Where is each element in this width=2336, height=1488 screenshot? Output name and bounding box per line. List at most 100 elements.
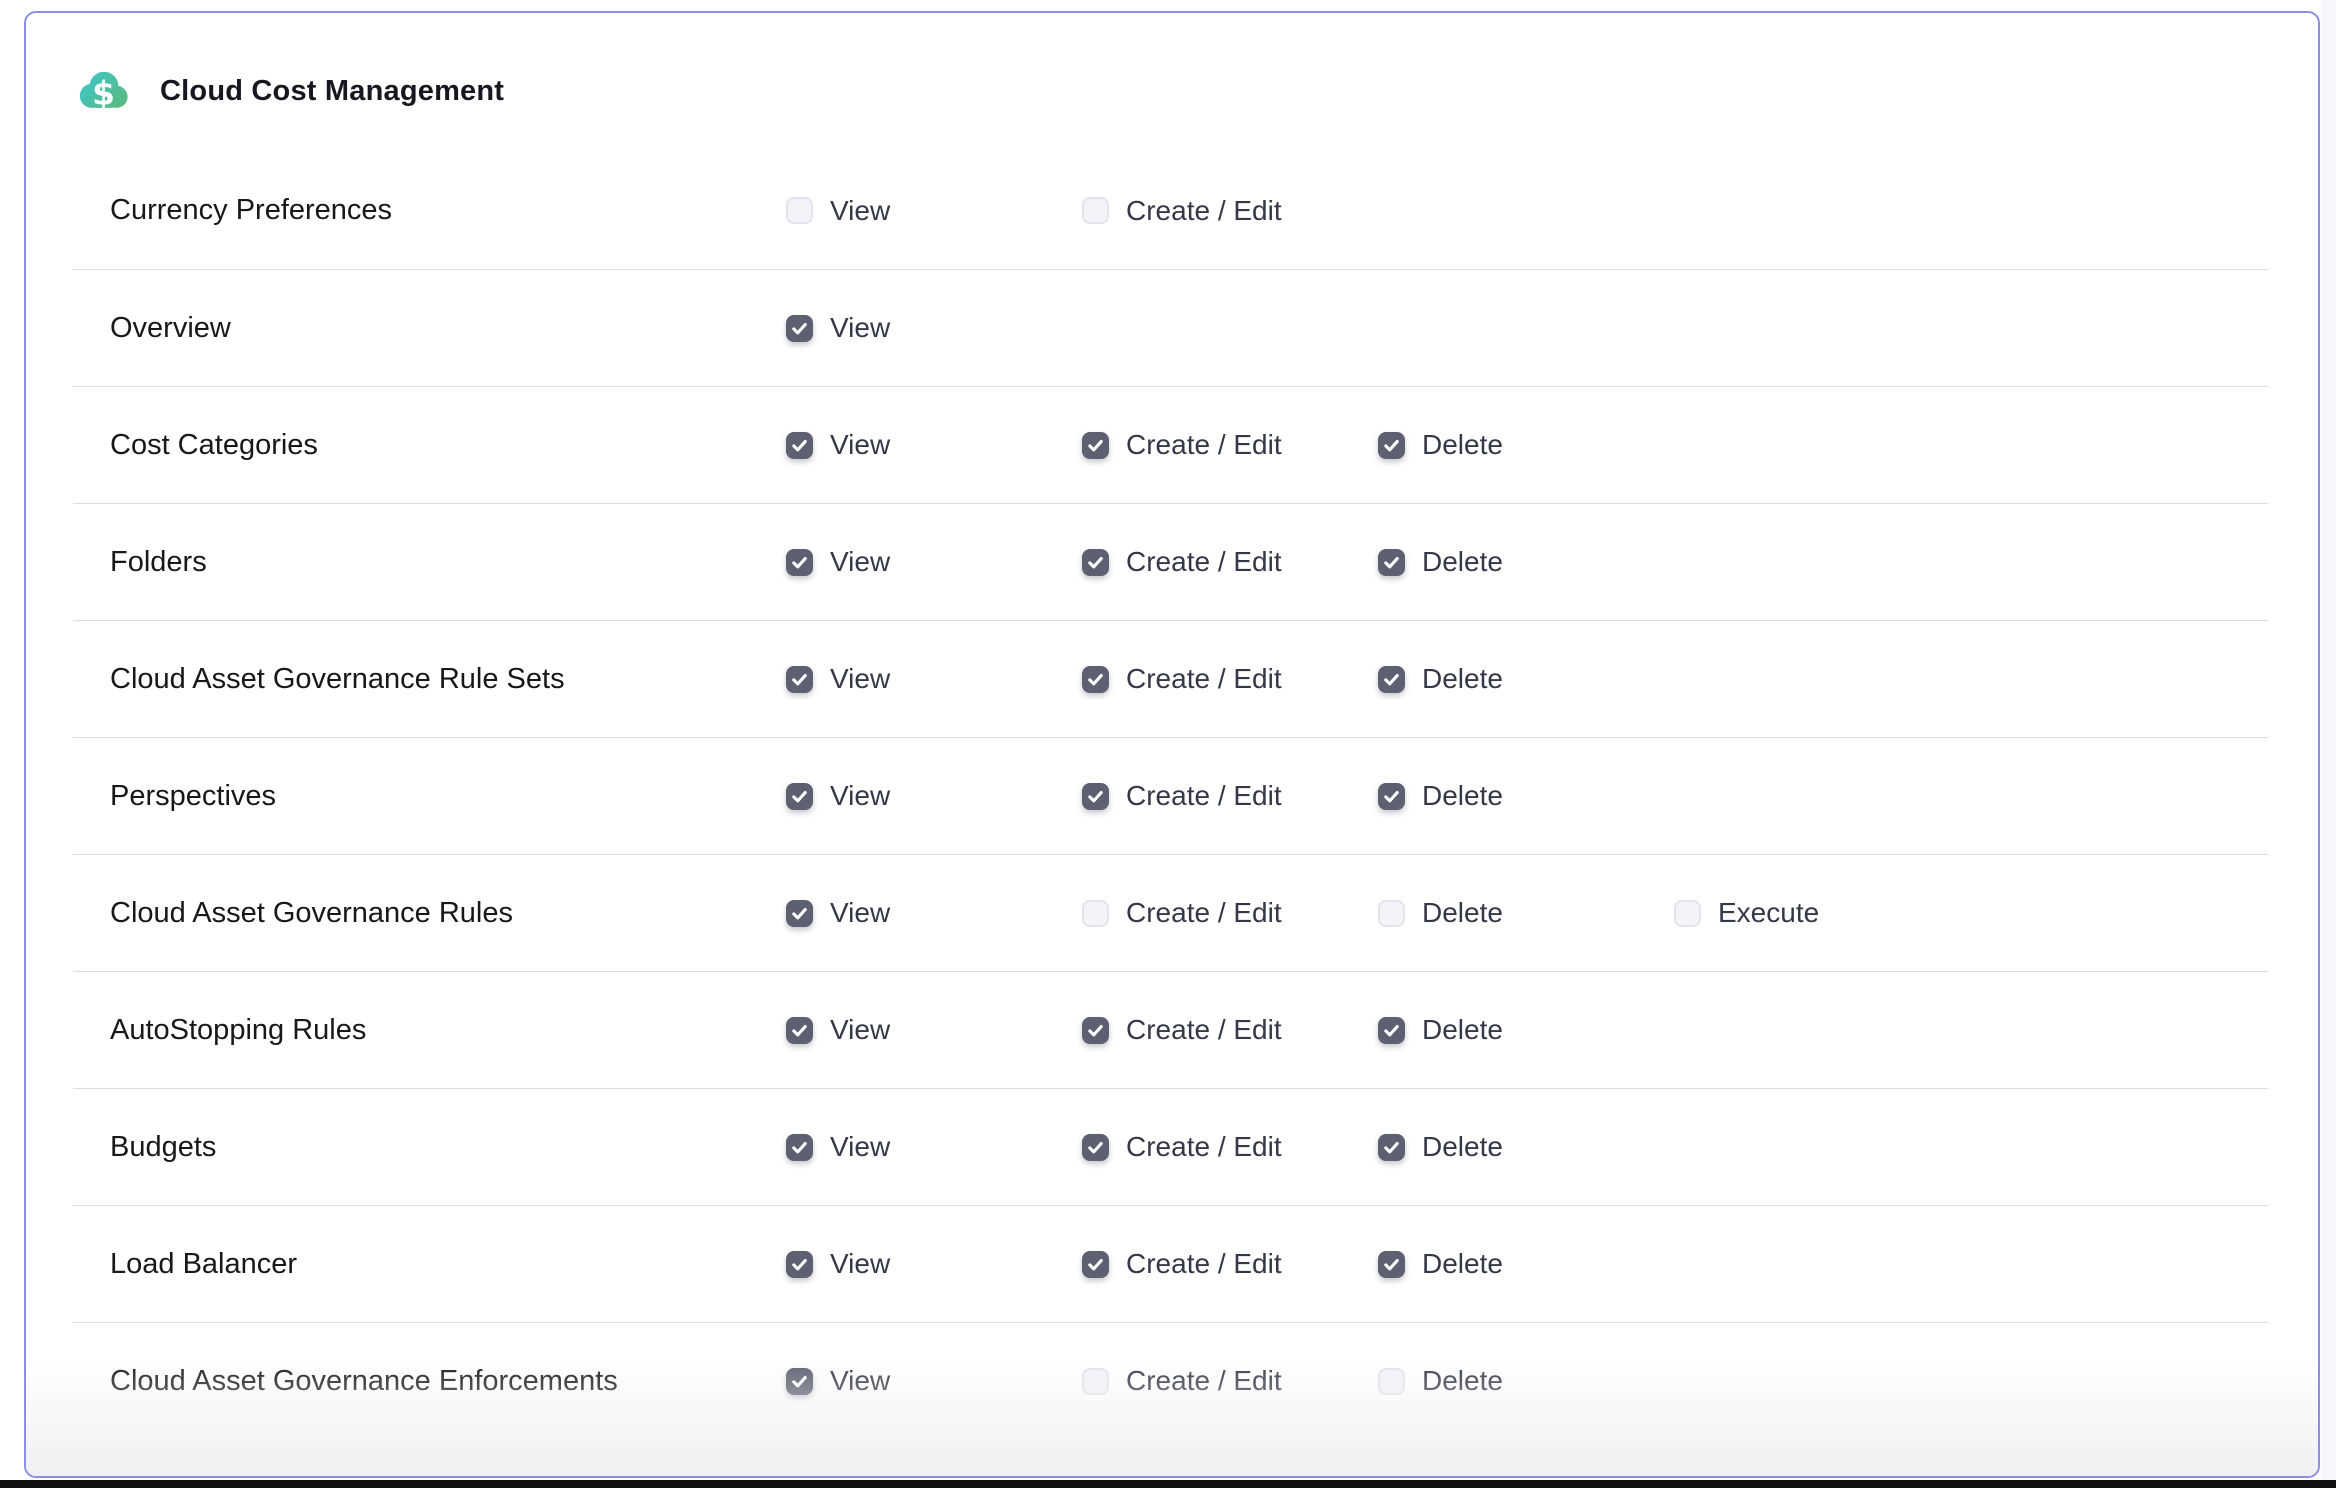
checkmark-icon <box>789 903 810 924</box>
checkbox-checked-icon[interactable] <box>1082 783 1109 810</box>
permission-delete[interactable]: Delete <box>1378 780 1674 812</box>
checkmark-icon <box>1381 1254 1402 1275</box>
permission-execute[interactable]: Execute <box>1674 897 1970 929</box>
permission-delete[interactable]: Delete <box>1378 546 1674 578</box>
checkbox-checked-icon[interactable] <box>1378 432 1405 459</box>
checkbox-checked-icon[interactable] <box>1378 1017 1405 1044</box>
permission-label: Create / Edit <box>1126 195 1282 227</box>
permission-label: View <box>830 663 890 695</box>
permission-row: BudgetsViewCreate / EditDelete <box>73 1088 2268 1205</box>
checkbox-unchecked-icon[interactable] <box>1378 900 1405 927</box>
permission-delete[interactable]: Delete <box>1378 1365 1674 1397</box>
checkbox-checked-icon[interactable] <box>1082 1251 1109 1278</box>
permission-delete[interactable]: Delete <box>1378 663 1674 695</box>
permission-label: Create / Edit <box>1126 897 1282 929</box>
checkmark-icon <box>1381 435 1402 456</box>
checkmark-icon <box>1085 1254 1106 1275</box>
permission-view[interactable]: View <box>786 897 1082 929</box>
permission-label: Delete <box>1422 1014 1503 1046</box>
checkmark-icon <box>1381 669 1402 690</box>
checkmark-icon <box>1085 669 1106 690</box>
checkbox-checked-icon[interactable] <box>1082 1017 1109 1044</box>
permission-create-edit[interactable]: Create / Edit <box>1082 1131 1378 1163</box>
checkmark-icon <box>1085 1020 1106 1041</box>
checkmark-icon <box>1381 1020 1402 1041</box>
permission-delete[interactable]: Delete <box>1378 1131 1674 1163</box>
permission-row: Load BalancerViewCreate / EditDelete <box>73 1205 2268 1322</box>
checkmark-icon <box>789 1137 810 1158</box>
permission-view[interactable]: View <box>786 1248 1082 1280</box>
permission-create-edit[interactable]: Create / Edit <box>1082 1014 1378 1046</box>
checkbox-checked-icon[interactable] <box>786 900 813 927</box>
checkbox-checked-icon[interactable] <box>1378 1251 1405 1278</box>
checkbox-checked-icon[interactable] <box>1082 549 1109 576</box>
permission-delete[interactable]: Delete <box>1378 429 1674 461</box>
checkmark-icon <box>789 669 810 690</box>
checkbox-checked-icon[interactable] <box>786 666 813 693</box>
page-right-margin <box>2321 0 2336 1480</box>
permission-label: View <box>830 1014 890 1046</box>
checkbox-checked-icon[interactable] <box>1378 1134 1405 1161</box>
checkbox-checked-icon[interactable] <box>786 783 813 810</box>
permission-view[interactable]: View <box>786 780 1082 812</box>
checkbox-checked-icon[interactable] <box>786 549 813 576</box>
permission-view[interactable]: View <box>786 663 1082 695</box>
permission-view[interactable]: View <box>786 1131 1082 1163</box>
checkbox-unchecked-icon[interactable] <box>1082 900 1109 927</box>
permission-label: Create / Edit <box>1126 663 1282 695</box>
checkbox-checked-icon[interactable] <box>1082 666 1109 693</box>
checkbox-unchecked-icon[interactable] <box>1082 1368 1109 1395</box>
checkbox-checked-icon[interactable] <box>786 1251 813 1278</box>
permission-row: PerspectivesViewCreate / EditDelete <box>73 737 2268 854</box>
checkbox-checked-icon[interactable] <box>1378 666 1405 693</box>
permissions-list: Currency PreferencesViewCreate / EditOve… <box>26 152 2318 1439</box>
permission-view[interactable]: View <box>786 1365 1082 1397</box>
permission-view[interactable]: View <box>786 429 1082 461</box>
checkbox-unchecked-icon[interactable] <box>1378 1368 1405 1395</box>
permission-delete[interactable]: Delete <box>1378 1248 1674 1280</box>
permission-label: Create / Edit <box>1126 780 1282 812</box>
permission-view[interactable]: View <box>786 546 1082 578</box>
bottom-edge-bar <box>0 1480 2336 1488</box>
checkmark-icon <box>789 552 810 573</box>
permission-create-edit[interactable]: Create / Edit <box>1082 546 1378 578</box>
permission-create-edit[interactable]: Create / Edit <box>1082 780 1378 812</box>
cloud-dollar-icon: $ <box>76 69 130 113</box>
checkmark-icon <box>1085 1137 1106 1158</box>
permission-label: Delete <box>1422 546 1503 578</box>
permission-label: View <box>830 312 890 344</box>
checkbox-checked-icon[interactable] <box>786 1134 813 1161</box>
permission-row: AutoStopping RulesViewCreate / EditDelet… <box>73 971 2268 1088</box>
checkbox-unchecked-icon[interactable] <box>1082 197 1109 224</box>
resource-name: Folders <box>73 546 786 579</box>
checkbox-unchecked-icon[interactable] <box>1674 900 1701 927</box>
permission-create-edit[interactable]: Create / Edit <box>1082 1365 1378 1397</box>
checkbox-checked-icon[interactable] <box>1082 1134 1109 1161</box>
permission-label: View <box>830 195 890 227</box>
permission-create-edit[interactable]: Create / Edit <box>1082 1248 1378 1280</box>
checkbox-checked-icon[interactable] <box>786 1368 813 1395</box>
permission-delete[interactable]: Delete <box>1378 1014 1674 1046</box>
checkmark-icon <box>789 435 810 456</box>
checkbox-checked-icon[interactable] <box>1378 549 1405 576</box>
permission-row: Cloud Asset Governance EnforcementsViewC… <box>73 1322 2268 1439</box>
permission-create-edit[interactable]: Create / Edit <box>1082 897 1378 929</box>
permission-label: Create / Edit <box>1126 1014 1282 1046</box>
permission-view[interactable]: View <box>786 1014 1082 1046</box>
permission-view[interactable]: View <box>786 195 1082 227</box>
permission-delete[interactable]: Delete <box>1378 897 1674 929</box>
checkbox-checked-icon[interactable] <box>786 432 813 459</box>
permission-create-edit[interactable]: Create / Edit <box>1082 195 1378 227</box>
permission-label: Delete <box>1422 1131 1503 1163</box>
checkbox-checked-icon[interactable] <box>786 1017 813 1044</box>
checkmark-icon <box>789 786 810 807</box>
permission-create-edit[interactable]: Create / Edit <box>1082 429 1378 461</box>
checkbox-checked-icon[interactable] <box>1378 783 1405 810</box>
permission-view[interactable]: View <box>786 312 1082 344</box>
checkbox-unchecked-icon[interactable] <box>786 197 813 224</box>
permission-label: Create / Edit <box>1126 1248 1282 1280</box>
permission-create-edit[interactable]: Create / Edit <box>1082 663 1378 695</box>
permission-row: OverviewView <box>73 269 2268 386</box>
checkbox-checked-icon[interactable] <box>786 315 813 342</box>
checkbox-checked-icon[interactable] <box>1082 432 1109 459</box>
